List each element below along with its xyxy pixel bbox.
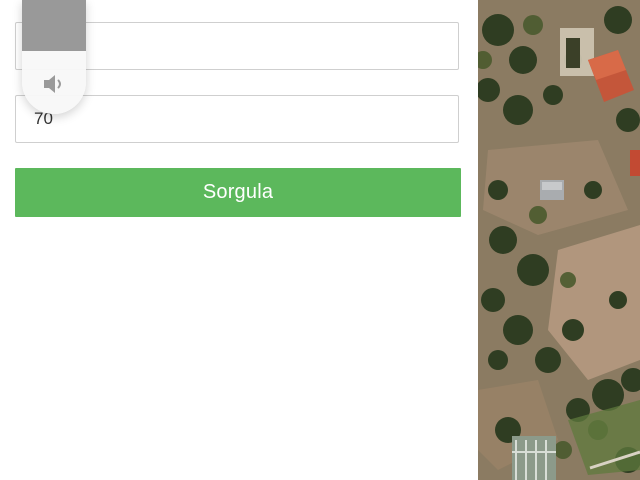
- number-input[interactable]: [16, 96, 458, 142]
- satellite-imagery: [478, 0, 640, 480]
- satellite-map[interactable]: [478, 0, 640, 480]
- number-input-field[interactable]: [15, 95, 459, 143]
- query-button[interactable]: Sorgula: [15, 168, 461, 217]
- volume-overlay[interactable]: [22, 0, 86, 114]
- volume-level-fill: [22, 0, 86, 51]
- speaker-icon: [42, 72, 68, 96]
